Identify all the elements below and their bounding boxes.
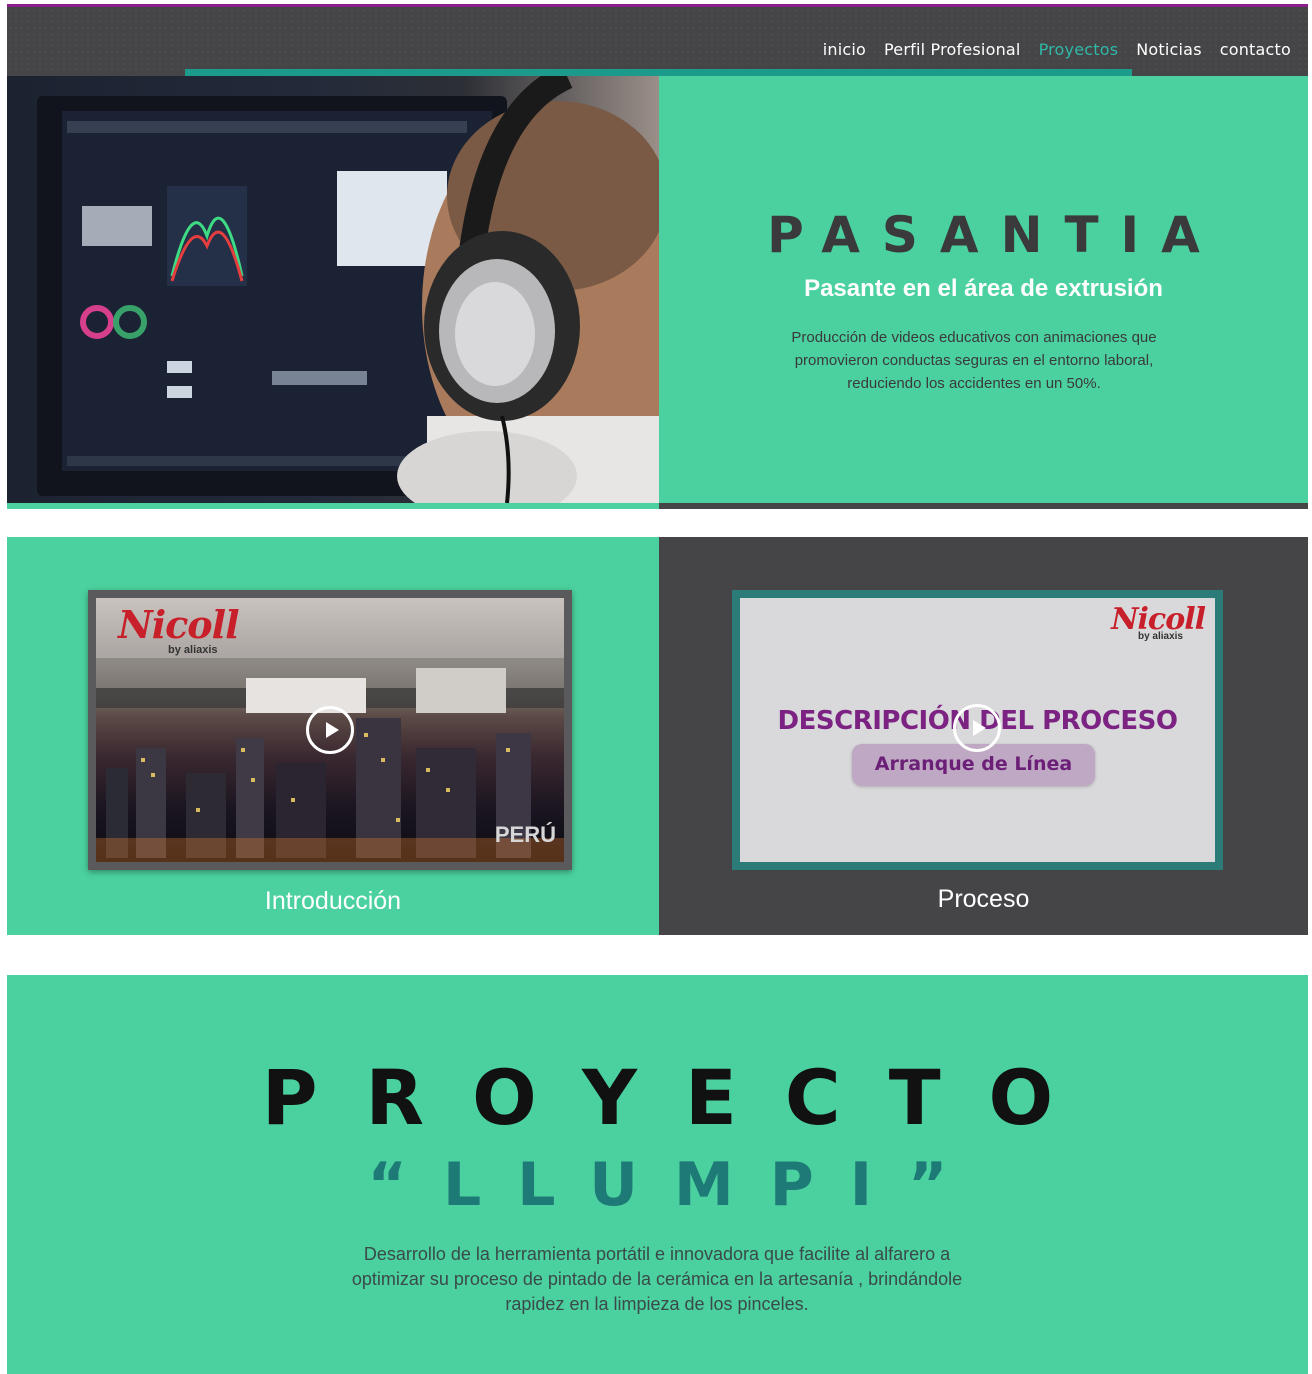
pasantia-panel: PASANTIA Pasante en el área de extrusión… bbox=[659, 76, 1308, 503]
play-icon[interactable] bbox=[953, 704, 1001, 752]
nicoll-logo-sub: by aliaxis bbox=[168, 644, 218, 656]
nav-item-proyectos[interactable]: Proyectos bbox=[1030, 40, 1128, 59]
nav-item-noticias[interactable]: Noticias bbox=[1127, 40, 1210, 59]
video-caption-introduccion: Introducción bbox=[264, 887, 402, 915]
pasantia-subtitle: Pasante en el área de extrusión bbox=[804, 275, 1163, 302]
pasantia-title: PASANTIA bbox=[767, 206, 1222, 264]
peru-overlay-text: PERÚ bbox=[494, 822, 556, 847]
proyecto-title: PROYECTO bbox=[261, 1053, 1102, 1142]
nicoll-logo: Nicoll bbox=[118, 602, 240, 647]
play-icon[interactable] bbox=[306, 706, 354, 754]
nav-underline bbox=[185, 69, 1132, 76]
llumpi-title: “LLUMPI” bbox=[367, 1150, 984, 1220]
section-divider-right bbox=[659, 503, 1308, 509]
nav-item-perfil-profesional[interactable]: Perfil Profesional bbox=[875, 40, 1030, 59]
section-divider-left bbox=[7, 503, 659, 509]
video-player-introduccion[interactable]: Nicoll by aliaxis PERÚ bbox=[88, 590, 572, 870]
main-nav: inicio Perfil Profesional Proyectos Noti… bbox=[814, 40, 1300, 59]
nicoll-logo-sub: by aliaxis bbox=[1137, 631, 1183, 642]
llumpi-description: Desarrollo de la herramienta portátil e … bbox=[351, 1244, 963, 1314]
llumpi-section: PROYECTO “LLUMPI” Desarrollo de la herra… bbox=[7, 975, 1308, 1374]
video-caption-proceso: Proceso bbox=[937, 885, 1030, 913]
pasantia-photo bbox=[7, 76, 659, 503]
headphones-editor-image bbox=[37, 76, 659, 503]
nav-item-inicio[interactable]: inicio bbox=[814, 40, 875, 59]
nav-item-contacto[interactable]: contacto bbox=[1211, 40, 1300, 59]
pasantia-description: Producción de videos educativos con anim… bbox=[791, 329, 1157, 392]
video-player-proceso[interactable]: Nicoll by aliaxis DESCRIPCIÓN DEL PROCES… bbox=[732, 590, 1223, 870]
site-header: inicio Perfil Profesional Proyectos Noti… bbox=[7, 7, 1308, 76]
